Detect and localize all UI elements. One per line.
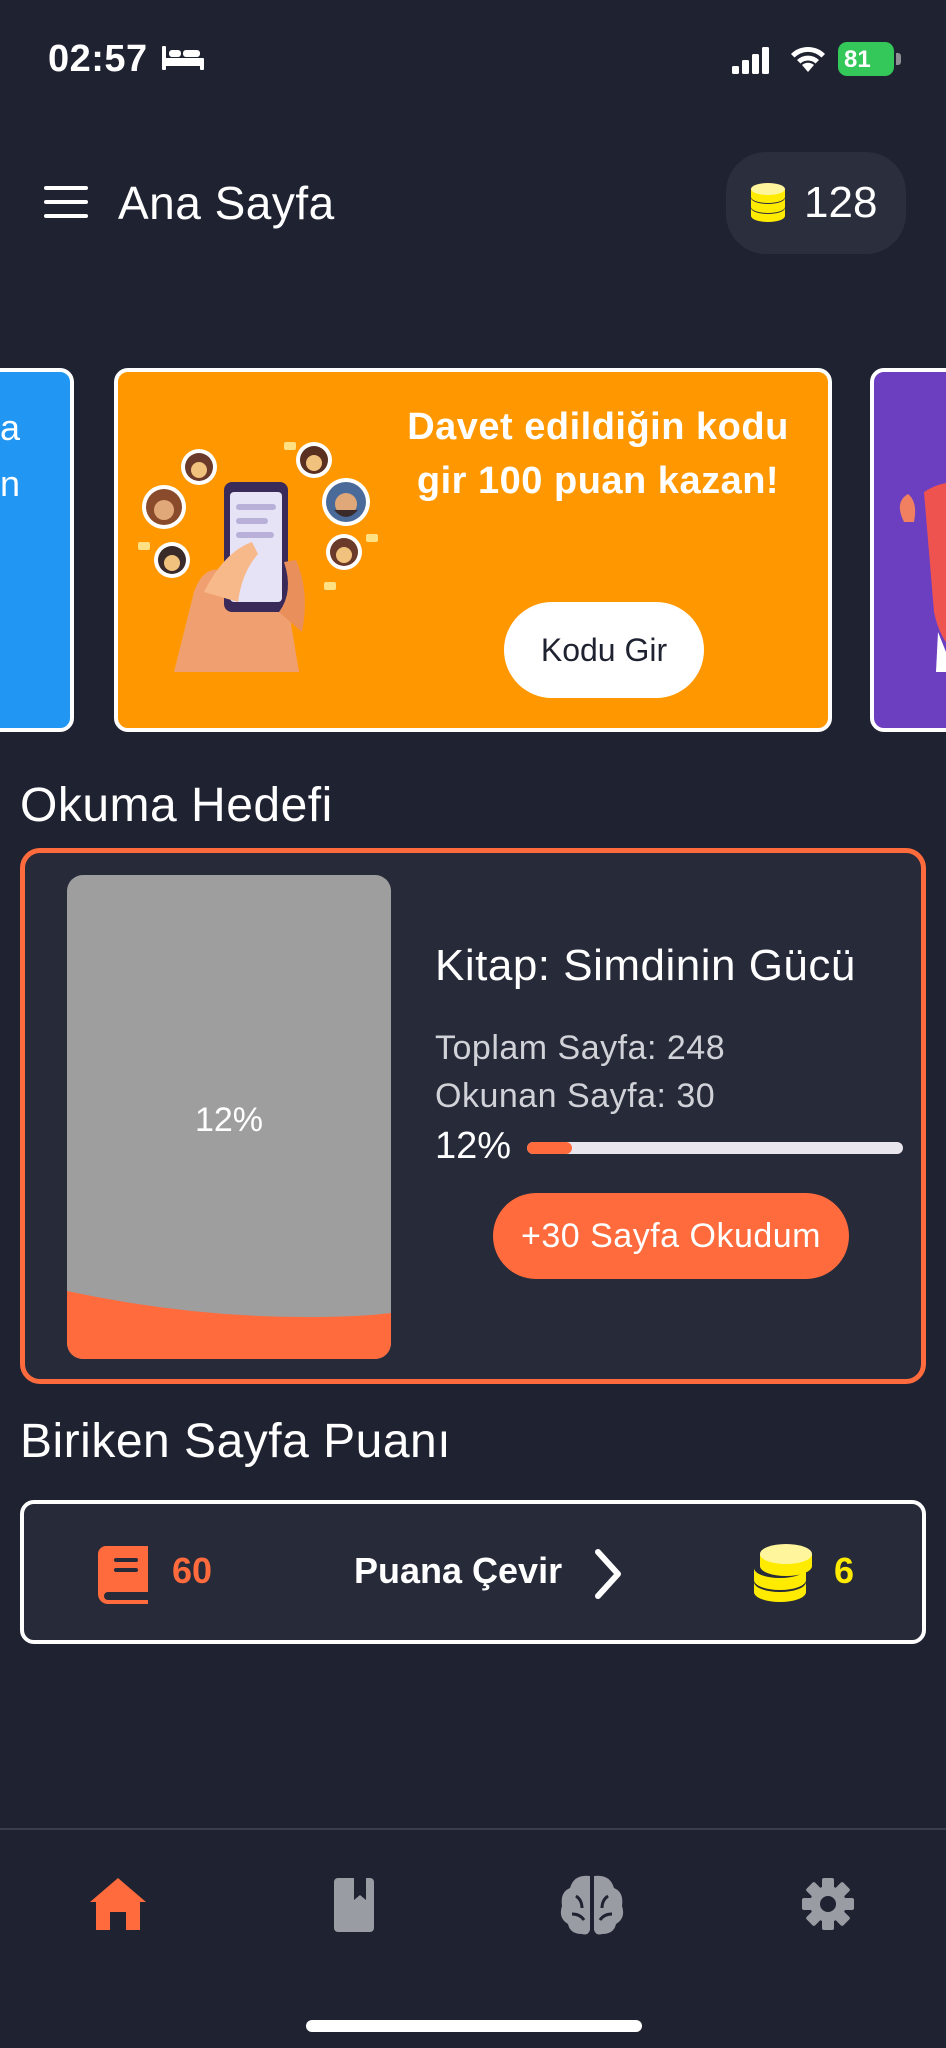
page-points-title: Biriken Sayfa Puanı	[20, 1415, 452, 1468]
gear-icon	[802, 1878, 854, 1930]
wifi-icon	[791, 46, 825, 72]
home-icon	[90, 1878, 146, 1930]
convertible-points-value: 6	[834, 1550, 855, 1591]
progress-wave	[67, 1291, 391, 1359]
coins-icon	[751, 183, 785, 222]
reading-goal-title: Okuma Hedefi	[20, 779, 333, 832]
nav-home[interactable]	[78, 1864, 158, 1944]
promo-banner-invite[interactable]: Davet edildiğin kodu gir 100 puan kazan!…	[114, 368, 832, 732]
hamburger-menu-icon[interactable]	[44, 186, 90, 220]
invite-friends-illustration	[138, 442, 378, 672]
promo-banner-previous-text: an	[0, 407, 21, 504]
convert-to-points-label: Puana Çevir	[354, 1550, 563, 1591]
status-bar: 02:57 81	[0, 0, 946, 120]
convert-to-points-button[interactable]: Puana Çevir	[354, 1534, 644, 1614]
bottom-navigation	[0, 1828, 946, 2048]
promo-banner-line1: Davet edildiğin kodu	[407, 406, 789, 448]
status-time: 02:57	[48, 38, 148, 80]
reading-goal-card: 12% Kitap: Simdinin Gücü Toplam Sayfa: 2…	[20, 848, 926, 1384]
promo-banner-previous[interactable]: an	[0, 368, 74, 732]
battery-level: 81	[844, 46, 871, 73]
reading-progress-fill	[527, 1142, 573, 1154]
coin-count: 128	[804, 178, 878, 227]
enter-code-button[interactable]: Kodu Gir	[504, 602, 704, 698]
coin-stack-icon	[754, 1544, 812, 1602]
page-title: Ana Sayfa	[118, 177, 335, 229]
promo-banner-next[interactable]	[870, 368, 946, 732]
progress-percent: 12%	[435, 1125, 512, 1167]
promo-banner-text: Davet edildiğin kodu gir 100 puan kazan!	[388, 400, 808, 508]
bed-icon	[162, 46, 204, 70]
brain-icon	[560, 1875, 624, 1935]
app-header: Ana Sayfa 128	[0, 140, 946, 270]
battery-tip	[896, 53, 901, 65]
accumulated-pages-count: 60	[172, 1550, 213, 1591]
promo-banner-line2: gir 100 puan kazan!	[416, 460, 780, 502]
book-icon	[334, 1878, 374, 1932]
cellular-signal-icon	[732, 47, 769, 74]
page-points-card: 60 Puana Çevir 6	[20, 1500, 926, 1644]
book-cover-progress: 12%	[67, 875, 391, 1359]
home-indicator[interactable]	[306, 2020, 642, 2032]
cover-percent-label: 12%	[194, 1101, 264, 1139]
total-pages: Toplam Sayfa: 248	[435, 1029, 726, 1067]
coin-balance-badge[interactable]: 128	[726, 152, 906, 254]
read-pages: Okunan Sayfa: 30	[435, 1077, 716, 1115]
book-icon	[98, 1546, 148, 1604]
book-title: Kitap: Simdinin Gücü	[435, 941, 856, 990]
battery-indicator: 81	[838, 42, 902, 76]
nav-brain[interactable]	[552, 1864, 632, 1944]
reading-progress-bar	[527, 1142, 903, 1154]
nav-library[interactable]	[314, 1864, 394, 1944]
promo-carousel[interactable]: an Davet edildiğin kodu gir 100 puan kaz…	[0, 368, 946, 734]
chevron-right-icon	[595, 1549, 621, 1599]
thumbs-up-illustration	[899, 482, 946, 672]
add-pages-read-button[interactable]: +30 Sayfa Okudum	[493, 1193, 849, 1279]
nav-settings[interactable]	[788, 1864, 868, 1944]
